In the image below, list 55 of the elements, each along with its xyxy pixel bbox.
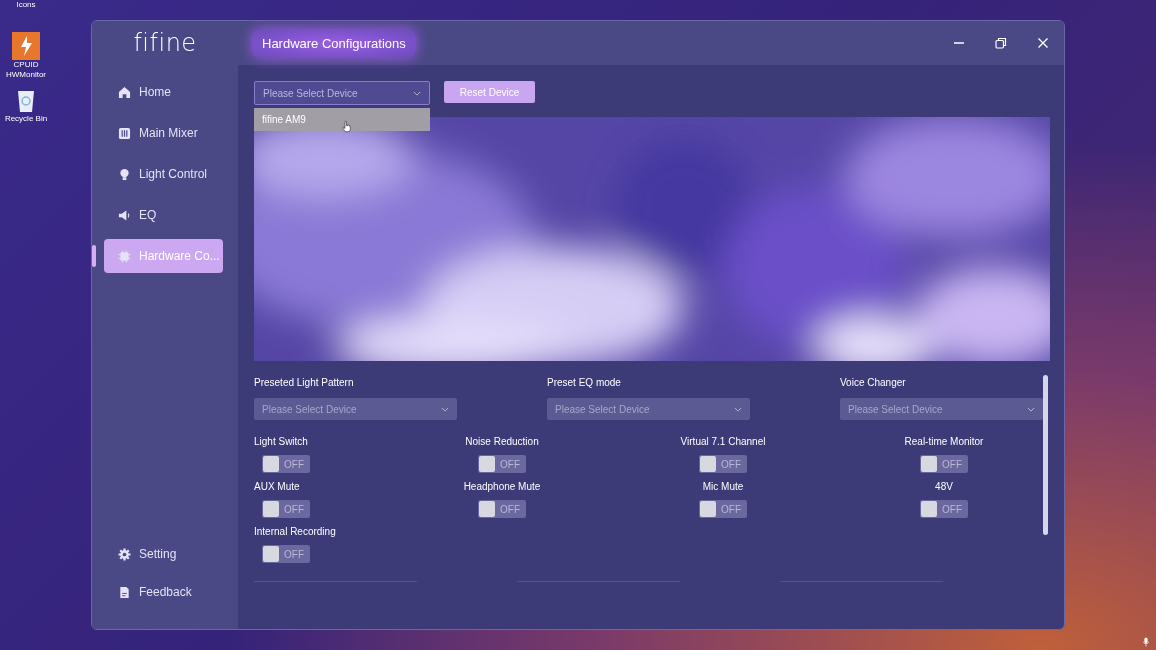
switch-label: Mic Mute [702,481,744,492]
home-icon [118,85,131,99]
switch-label: 48V [935,481,953,492]
chevron-icon [441,406,449,412]
select-field[interactable]: Please Select Device [547,398,750,420]
desktop-icon-label[interactable]: CPUID HWMonitor [1,60,51,80]
field-label: Preset EQ mode [547,377,622,388]
chevron-icon [734,406,742,412]
sidebar-item[interactable]: Feedback [104,575,223,609]
scrollbar[interactable] [1043,375,1048,535]
hand-cursor-icon [342,120,351,133]
logo: fifine [133,29,197,57]
app-icon[interactable] [12,32,40,60]
sidebar-item[interactable]: Hardware Co... [104,239,223,273]
light-bulb-icon [118,167,131,181]
toggle-switch[interactable]: OFF [262,500,310,518]
switch-label: AUX Mute [254,481,300,492]
switch-label: Real-time Monitor [904,436,984,447]
reset-device-button[interactable]: Reset Device [444,81,535,103]
desktop-icon-label[interactable]: Icons [1,0,51,10]
restore-icon [995,37,1007,49]
chevron-icon [413,90,421,96]
sidebar-item[interactable]: Main Mixer [104,116,223,150]
device-dropdown[interactable]: Please Select Device [254,81,430,105]
sidebar-item[interactable]: Setting [104,537,223,571]
field-label: Preseted Light Pattern [254,377,355,388]
chip-icon [118,249,131,263]
switch-label: Internal Recording [254,526,336,537]
sidebar-item[interactable]: Home [104,75,223,109]
field-label: Voice Changer [840,377,907,388]
toggle-switch[interactable]: OFF [262,545,310,563]
switch-label: Virtual 7.1 Channel [680,436,766,447]
switch-label: Light Switch [254,436,308,447]
settings-icon [118,547,131,561]
toggle-switch[interactable]: OFF [262,455,310,473]
toggle-switch[interactable]: OFF [478,500,526,518]
dropdown-option[interactable]: fifine AM9 [254,108,430,131]
desktop-icon-label[interactable]: Recycle Bin [1,114,51,124]
microphone-icon[interactable] [1142,637,1150,647]
toggle-switch[interactable]: OFF [920,500,968,518]
close-icon [1037,37,1049,49]
select-field[interactable]: Please Select Device [254,398,457,420]
switch-label: Headphone Mute [463,481,541,492]
chevron-icon [1027,406,1035,412]
sidebar-item[interactable]: Light Control [104,157,223,191]
toggle-switch[interactable]: OFF [920,455,968,473]
toggle-switch[interactable]: OFF [699,500,747,518]
sidebar-item[interactable]: EQ [104,198,223,232]
document-icon [118,585,131,599]
mixer-icon [118,126,131,140]
speaker-icon [118,208,131,222]
switch-label: Noise Reduction [465,436,539,447]
toggle-switch[interactable]: OFF [699,455,747,473]
toggle-switch[interactable]: OFF [478,455,526,473]
select-field[interactable]: Please Select Device [840,398,1043,420]
